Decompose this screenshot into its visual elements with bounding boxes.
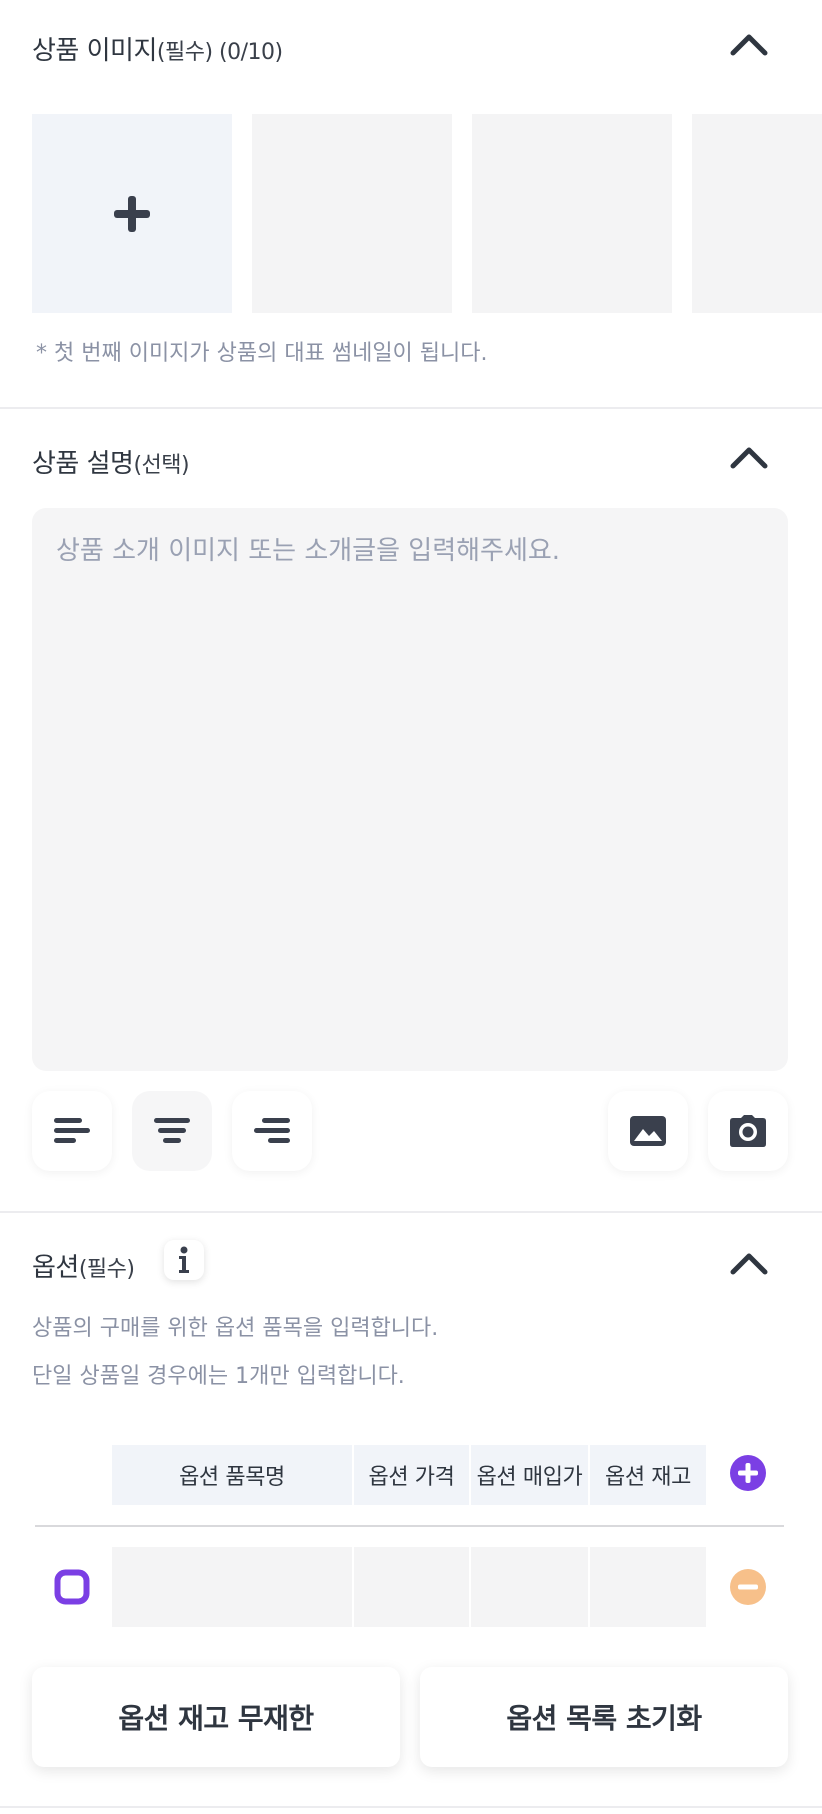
option-row-checkbox[interactable] <box>54 1569 90 1605</box>
align-center-icon <box>154 1118 190 1143</box>
options-title: 옵션(필수) <box>32 1247 135 1284</box>
section-divider <box>0 407 822 409</box>
option-price-input[interactable] <box>354 1547 469 1627</box>
collapse-description-button[interactable] <box>728 443 770 475</box>
align-left-button[interactable] <box>32 1091 112 1171</box>
option-name-input[interactable] <box>112 1547 352 1627</box>
align-right-icon <box>254 1118 290 1143</box>
chevron-up-icon <box>730 34 768 56</box>
align-right-button[interactable] <box>232 1091 312 1171</box>
option-stock-input[interactable] <box>590 1547 706 1627</box>
options-description-2: 단일 상품일 경우에는 1개만 입력합니다. <box>32 1364 405 1389</box>
description-textarea[interactable] <box>32 508 788 1071</box>
camera-icon <box>730 1115 766 1147</box>
product-description-title-text: 상품 설명 <box>32 449 134 479</box>
plus-circle-icon <box>730 1455 766 1491</box>
product-images-title-text: 상품 이미지 <box>32 36 157 66</box>
product-description-subtitle: (선택) <box>133 453 190 478</box>
chevron-up-icon <box>730 447 768 469</box>
camera-button[interactable] <box>708 1091 788 1171</box>
options-title-text: 옵션 <box>32 1253 79 1283</box>
product-description-title: 상품 설명(선택) <box>32 443 190 480</box>
section-divider <box>0 1211 822 1213</box>
option-cost-input[interactable] <box>471 1547 588 1627</box>
remove-option-button[interactable] <box>730 1569 766 1609</box>
align-left-icon <box>54 1118 90 1143</box>
column-header-option-cost: 옵션 매입가 <box>471 1445 588 1505</box>
product-images-subtitle: (필수) (0/10) <box>156 40 283 65</box>
checkbox-icon <box>54 1569 90 1605</box>
column-header-option-name: 옵션 품목명 <box>112 1445 352 1505</box>
add-image-button[interactable] <box>32 114 232 313</box>
options-info-button[interactable] <box>164 1240 204 1280</box>
image-slot-3[interactable] <box>472 114 672 313</box>
section-divider <box>0 1806 822 1808</box>
options-description-1: 상품의 구매를 위한 옵션 품목을 입력합니다. <box>32 1316 439 1341</box>
column-header-option-price: 옵션 가격 <box>354 1445 469 1505</box>
image-icon <box>630 1116 666 1146</box>
image-slot-4[interactable] <box>692 114 822 313</box>
minus-circle-icon <box>730 1569 766 1605</box>
column-header-option-stock: 옵션 재고 <box>590 1445 706 1505</box>
collapse-images-button[interactable] <box>728 30 770 62</box>
add-option-button[interactable] <box>730 1455 766 1495</box>
align-center-button[interactable] <box>132 1091 212 1171</box>
unlimited-stock-button[interactable]: 옵션 재고 무재한 <box>32 1667 400 1767</box>
table-header-divider <box>35 1525 784 1527</box>
image-slot-2[interactable] <box>252 114 452 313</box>
reset-option-list-button[interactable]: 옵션 목록 초기화 <box>420 1667 788 1767</box>
collapse-options-button[interactable] <box>728 1249 770 1281</box>
insert-image-button[interactable] <box>608 1091 688 1171</box>
product-images-title: 상품 이미지(필수) (0/10) <box>32 30 283 67</box>
chevron-up-icon <box>730 1253 768 1275</box>
info-icon <box>179 1246 189 1273</box>
thumbnail-hint: * 첫 번째 이미지가 상품의 대표 썸네일이 됩니다. <box>36 341 488 366</box>
plus-icon <box>114 195 150 232</box>
options-subtitle: (필수) <box>78 1257 135 1282</box>
